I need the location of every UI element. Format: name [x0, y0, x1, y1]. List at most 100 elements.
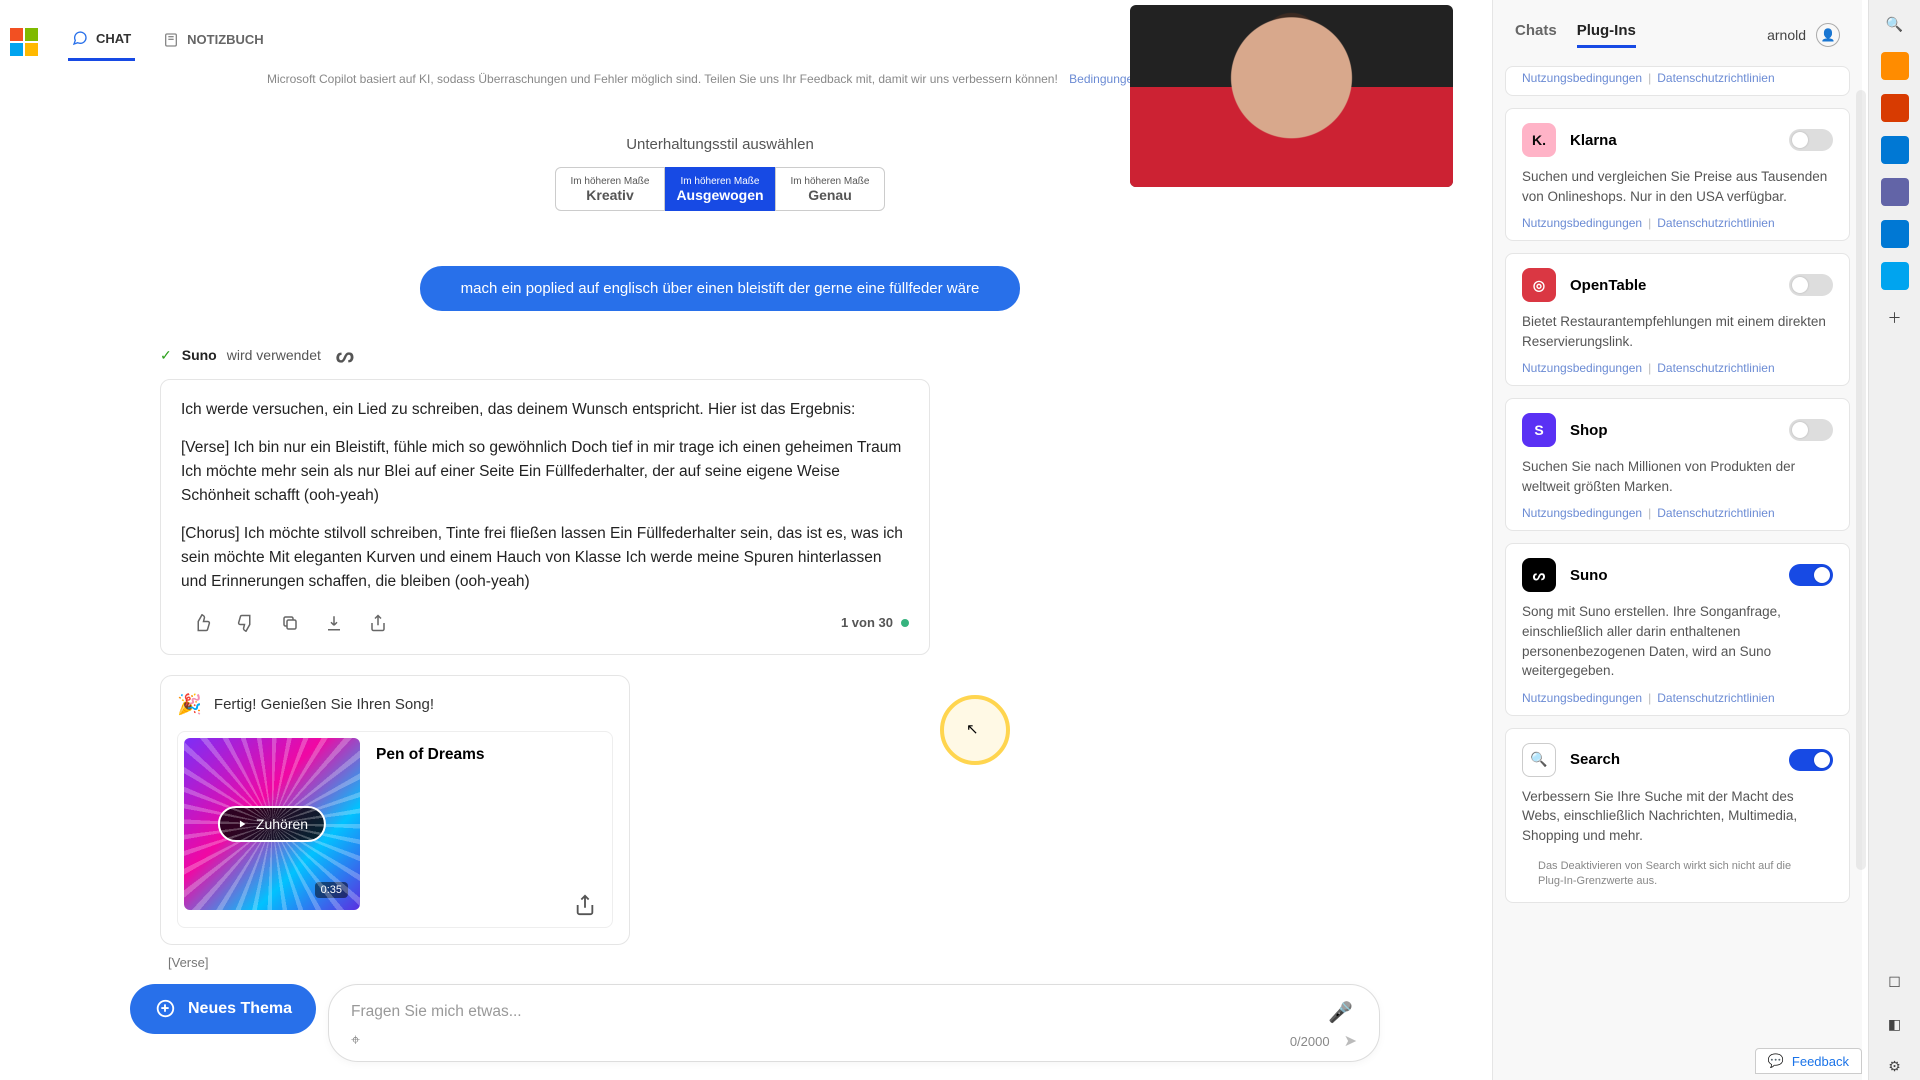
plugin-card-partial: Nutzungsbedingungen|Datenschutzrichtlini… [1505, 66, 1850, 96]
plugin-description: Song mit Suno erstellen. Ihre Songanfrag… [1522, 602, 1833, 680]
plugin-icon: ◎ [1522, 268, 1556, 302]
plugin-name: Klarna [1570, 132, 1617, 149]
style-option-precise[interactable]: Im höheren Maße Genau [775, 167, 885, 211]
rail-app-icon[interactable] [1881, 136, 1909, 164]
song-duration: 0:35 [315, 882, 348, 898]
song-ready-text: Fertig! Genießen Sie Ihren Song! [214, 696, 434, 713]
share-song-button[interactable] [574, 894, 606, 921]
tab-chat-label: CHAT [96, 31, 131, 46]
plugin-note: Das Deaktivieren von Search wirkt sich n… [1522, 855, 1833, 892]
plugin-card-opentable: ◎ OpenTable Bietet Restaurantempfehlunge… [1505, 253, 1850, 386]
plugin-toggle[interactable] [1789, 564, 1833, 586]
copy-button[interactable] [277, 610, 303, 636]
avatar-icon: 👤 [1816, 23, 1840, 47]
rail-app-icon[interactable] [1881, 52, 1909, 80]
rail-app-icon[interactable] [1881, 262, 1909, 290]
listen-button[interactable]: Zuhören [218, 806, 326, 842]
plugin-icon: K. [1522, 123, 1556, 157]
rail-tool-icon[interactable]: ◧ [1881, 1010, 1909, 1038]
lyric-preview: [Verse] [168, 955, 1380, 970]
plugin-name: Suno [1570, 567, 1608, 584]
tab-notebook-label: NOTIZBUCH [187, 32, 264, 47]
plugin-terms-link[interactable]: Nutzungsbedingungen [1522, 691, 1642, 705]
plugin-name: Shop [1570, 422, 1608, 439]
plugin-name: OpenTable [1570, 277, 1646, 294]
plugin-toggle[interactable] [1789, 129, 1833, 151]
message-counter: 1 von 30 [841, 613, 909, 633]
rail-tool-icon[interactable]: ☐ [1881, 968, 1909, 996]
send-icon[interactable]: ➤ [1344, 1031, 1357, 1051]
share-button[interactable] [365, 610, 391, 636]
rail-app-icon[interactable] [1881, 178, 1909, 206]
plugin-toggle[interactable] [1789, 749, 1833, 771]
user-message: mach ein poplied auf englisch über einen… [420, 266, 1020, 311]
plugin-toggle[interactable] [1789, 274, 1833, 296]
plugin-used-indicator: ✓ Suno wird verwendet ᔕ [160, 341, 1380, 369]
suno-logo-icon: ᔕ [331, 341, 359, 369]
feedback-icon: 💬 [1768, 1053, 1784, 1069]
search-icon[interactable]: 🔍 [1881, 10, 1909, 38]
cursor-icon: ↖︎ [966, 720, 979, 738]
plugin-privacy-link[interactable]: Datenschutzrichtlinien [1657, 71, 1774, 85]
microsoft-logo-icon[interactable] [10, 28, 38, 56]
dislike-button[interactable] [233, 610, 259, 636]
rail-app-icon[interactable] [1881, 94, 1909, 122]
plugin-icon: ᔕ [1522, 558, 1556, 592]
plugin-description: Suchen und vergleichen Sie Preise aus Ta… [1522, 167, 1833, 206]
song-title: Pen of Dreams [374, 738, 606, 772]
plugin-card-klarna: K. Klarna Suchen und vergleichen Sie Pre… [1505, 108, 1850, 241]
plugin-privacy-link[interactable]: Datenschutzrichtlinien [1657, 216, 1774, 230]
style-option-balanced[interactable]: Im höheren Maße Ausgewogen [665, 167, 775, 211]
compose-box: 🎤 ⌖ 0/2000 ➤ [328, 984, 1380, 1062]
song-cover[interactable]: Zuhören 0:35 [184, 738, 360, 910]
tab-notebook[interactable]: NOTIZBUCH [159, 24, 268, 60]
plugin-toggle[interactable] [1789, 419, 1833, 441]
song-card: 🎉 Fertig! Genießen Sie Ihren Song! Zuhör… [160, 675, 630, 945]
tab-chat[interactable]: CHAT [68, 22, 135, 61]
scrollbar-thumb[interactable] [1856, 90, 1866, 870]
plugin-name: Search [1570, 751, 1620, 768]
celebrate-icon: 🎉 [177, 692, 202, 717]
plugin-terms-link[interactable]: Nutzungsbedingungen [1522, 71, 1642, 85]
plugin-card-suno: ᔕ Suno Song mit Suno erstellen. Ihre Son… [1505, 543, 1850, 715]
ai-message: Ich werde versuchen, ein Lied zu schreib… [160, 379, 930, 655]
side-rail: 🔍 ＋ ☐ ◧ ⚙ [1868, 0, 1920, 1080]
download-button[interactable] [321, 610, 347, 636]
play-icon [236, 818, 248, 830]
new-topic-button[interactable]: Neues Thema [130, 984, 316, 1034]
plugin-privacy-link[interactable]: Datenschutzrichtlinien [1657, 506, 1774, 520]
plugin-icon: S [1522, 413, 1556, 447]
plugin-description: Suchen Sie nach Millionen von Produkten … [1522, 457, 1833, 496]
compose-input[interactable] [347, 995, 1320, 1029]
check-icon: ✓ [160, 347, 172, 364]
plugin-card-search: 🔍 Search Verbessern Sie Ihre Suche mit d… [1505, 728, 1850, 903]
chat-icon [72, 30, 88, 46]
plugin-privacy-link[interactable]: Datenschutzrichtlinien [1657, 361, 1774, 375]
image-input-icon[interactable]: ⌖ [351, 1032, 360, 1050]
ai-paragraph: [Verse] Ich bin nur ein Bleistift, fühle… [181, 436, 909, 508]
char-counter: 0/2000 [1290, 1034, 1330, 1049]
notebook-icon [163, 32, 179, 48]
new-topic-icon [154, 998, 176, 1020]
feedback-button[interactable]: 💬 Feedback [1755, 1048, 1862, 1074]
ai-paragraph: Ich werde versuchen, ein Lied zu schreib… [181, 398, 909, 422]
panel-tab-plugins[interactable]: Plug-Ins [1577, 22, 1636, 48]
plugin-terms-link[interactable]: Nutzungsbedingungen [1522, 216, 1642, 230]
settings-icon[interactable]: ⚙ [1881, 1052, 1909, 1080]
user-account[interactable]: arnold 👤 [1767, 23, 1840, 47]
plugin-privacy-link[interactable]: Datenschutzrichtlinien [1657, 691, 1774, 705]
plugin-terms-link[interactable]: Nutzungsbedingungen [1522, 506, 1642, 520]
microphone-icon[interactable]: 🎤 [1320, 1000, 1361, 1025]
like-button[interactable] [189, 610, 215, 636]
webcam-overlay [1130, 5, 1453, 187]
plugin-icon: 🔍 [1522, 743, 1556, 777]
plugin-list[interactable]: Nutzungsbedingungen|Datenschutzrichtlini… [1501, 66, 1854, 1080]
panel-tab-chats[interactable]: Chats [1515, 22, 1557, 48]
plugin-terms-link[interactable]: Nutzungsbedingungen [1522, 361, 1642, 375]
style-option-creative[interactable]: Im höheren Maße Kreativ [555, 167, 665, 211]
plugin-description: Verbessern Sie Ihre Suche mit der Macht … [1522, 787, 1833, 846]
plugin-description: Bietet Restaurantempfehlungen mit einem … [1522, 312, 1833, 351]
rail-app-icon[interactable] [1881, 220, 1909, 248]
add-icon[interactable]: ＋ [1881, 304, 1909, 332]
plugin-card-shop: S Shop Suchen Sie nach Millionen von Pro… [1505, 398, 1850, 531]
